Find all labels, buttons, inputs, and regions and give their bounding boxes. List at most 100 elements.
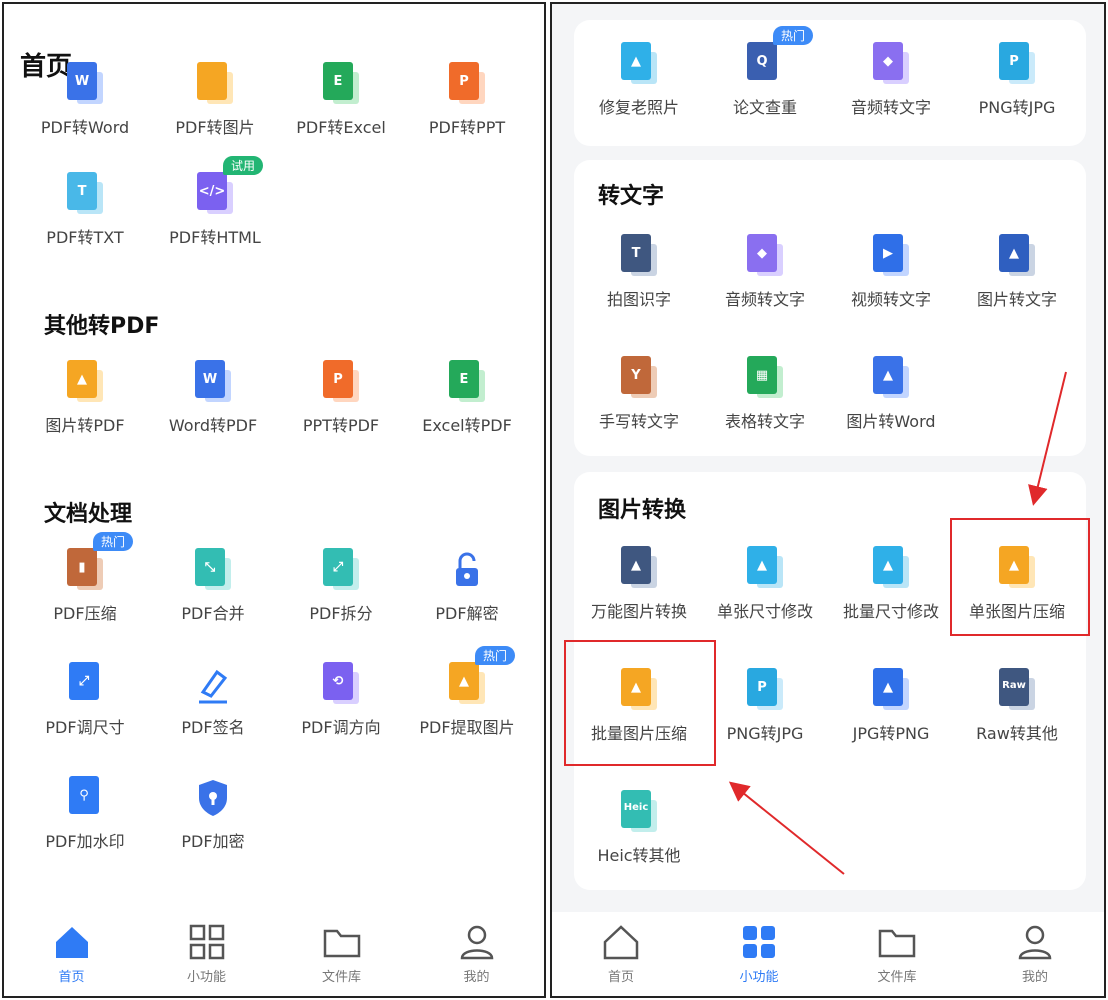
- shield-icon: [193, 776, 233, 820]
- tool-png-to-jpg-top[interactable]: P PNG转JPG: [952, 42, 1082, 142]
- tool-pdf-watermark[interactable]: ⚲ PDF加水印: [20, 776, 150, 876]
- tool-audio-to-text[interactable]: ◆ 音频转文字: [700, 234, 830, 334]
- highlight-batch-compress: [564, 640, 716, 766]
- tool-audio-to-text-top[interactable]: ◆ 音频转文字: [826, 42, 956, 142]
- tool-handwriting-to-text[interactable]: Y 手写转文字: [574, 356, 704, 456]
- audio-icon: ◆: [745, 234, 785, 278]
- tool-pdf-to-html[interactable]: </> 试用 PDF转HTML: [150, 156, 280, 272]
- tab-tools[interactable]: 小功能: [139, 912, 274, 996]
- section-title-image-conversion: 图片转换: [598, 498, 687, 523]
- tab-bar: 首页 小功能 文件库 我的: [4, 912, 544, 996]
- audio-icon: ◆: [871, 42, 911, 86]
- tool-jpg-to-png[interactable]: ▲ JPG转PNG: [826, 668, 956, 768]
- user-icon: [460, 925, 493, 960]
- html-doc-icon: </> 试用: [195, 156, 264, 216]
- tool-raw-convert[interactable]: Raw Raw转其他: [952, 668, 1082, 768]
- tab-tools[interactable]: 小功能: [690, 912, 828, 996]
- split-icon: ⤢: [321, 548, 361, 592]
- tool-word-to-pdf[interactable]: W Word转PDF: [148, 360, 278, 460]
- jpg-icon: ▲: [871, 668, 911, 712]
- tool-excel-to-pdf[interactable]: E Excel转PDF: [402, 360, 532, 460]
- grid-icon: [743, 926, 775, 958]
- card-to-text: 转文字 T 拍图识字 ◆ 音频转文字 ▶ 视频转文字 ▲ 图片转文字 Y 手写转…: [574, 160, 1086, 456]
- tab-files[interactable]: 文件库: [274, 912, 409, 996]
- tool-image-to-text[interactable]: ▲ 图片转文字: [952, 234, 1082, 334]
- ppt-doc-icon: P: [321, 360, 361, 404]
- image-word-icon: ▲: [871, 356, 911, 400]
- stamp-icon: ⚲: [65, 776, 105, 820]
- tool-pdf-to-ppt[interactable]: P PDF转PPT: [402, 62, 532, 186]
- folder-icon: [323, 929, 360, 958]
- table-icon: ▦: [745, 356, 785, 400]
- excel-doc-icon: E: [447, 360, 487, 404]
- tool-batch-resize[interactable]: ▲ 批量尺寸修改: [826, 546, 956, 646]
- tool-pdf-sign[interactable]: PDF签名: [148, 662, 278, 762]
- tab-home[interactable]: 首页: [4, 912, 139, 996]
- txt-doc-icon: T: [65, 172, 105, 216]
- hot-badge: 热门: [475, 646, 516, 665]
- handwriting-icon: Y: [619, 356, 659, 400]
- tool-plagiarism-check[interactable]: Q 热门 论文查重: [700, 26, 830, 142]
- grid-icon: [189, 924, 224, 960]
- png-icon: P: [997, 42, 1037, 86]
- tab-me[interactable]: 我的: [966, 912, 1104, 996]
- tool-pdf-to-excel[interactable]: E PDF转Excel: [276, 62, 406, 186]
- tool-heic-convert[interactable]: Heic Heic转其他: [574, 790, 704, 890]
- user-icon: [1018, 925, 1052, 960]
- tool-photo-ocr[interactable]: T 拍图识字: [574, 234, 704, 334]
- word-doc-icon: W: [65, 62, 105, 106]
- photo-restore-icon: ▲: [619, 42, 659, 86]
- tool-universal-image-convert[interactable]: ▲ 万能图片转换: [574, 546, 704, 646]
- tool-image-to-pdf[interactable]: ▲ 图片转PDF: [20, 360, 150, 460]
- image-convert-icon: ▲: [619, 546, 659, 590]
- tool-pdf-resize[interactable]: ⤢ PDF调尺寸: [20, 662, 150, 762]
- home-icon: [55, 927, 88, 958]
- tool-pdf-encrypt[interactable]: PDF加密: [148, 776, 278, 876]
- tool-pdf-decrypt[interactable]: PDF解密: [402, 548, 532, 648]
- paper-check-icon: Q 热门: [745, 26, 814, 86]
- folder-icon: [878, 929, 916, 958]
- tool-pdf-extract-image[interactable]: ▲ 热门 PDF提取图片: [402, 646, 532, 762]
- image-resize-icon: ▲: [745, 546, 785, 590]
- tool-single-resize[interactable]: ▲ 单张尺寸修改: [700, 546, 830, 646]
- hot-badge: 热门: [773, 26, 814, 45]
- tool-video-to-text[interactable]: ▶ 视频转文字: [826, 234, 956, 334]
- tool-pdf-rotate[interactable]: ⟲ PDF调方向: [276, 662, 406, 762]
- excel-doc-icon: E: [321, 62, 361, 106]
- tool-table-to-text[interactable]: ▦ 表格转文字: [700, 356, 830, 456]
- section-title-doc-processing: 文档处理: [44, 502, 133, 527]
- tool-png-to-jpg[interactable]: P PNG转JPG: [700, 668, 830, 768]
- image-doc-icon: ▲: [65, 360, 105, 404]
- tool-pdf-compress[interactable]: ▮ 热门 PDF压缩: [20, 532, 150, 648]
- merge-icon: ⤡: [193, 548, 233, 592]
- tool-pdf-merge[interactable]: ⤡ PDF合并: [148, 548, 278, 648]
- zip-icon: ▮ 热门: [65, 532, 134, 592]
- section-title-to-text: 转文字: [598, 184, 665, 209]
- tool-pdf-to-word[interactable]: W PDF转Word: [20, 62, 150, 186]
- hot-badge: 热门: [93, 532, 134, 551]
- raw-icon: Raw: [997, 668, 1037, 712]
- card-top-tools: ▲ 修复老照片 Q 热门 论文查重 ◆ 音频转文字 P PNG转JPG: [574, 20, 1086, 146]
- tab-files[interactable]: 文件库: [828, 912, 966, 996]
- right-phone-screen: ▲ 修复老照片 Q 热门 论文查重 ◆ 音频转文字 P PNG转JPG 转文字: [550, 2, 1106, 998]
- highlight-single-compress: [950, 518, 1090, 636]
- camera-text-icon: T: [619, 234, 659, 278]
- tool-pdf-split[interactable]: ⤢ PDF拆分: [276, 548, 406, 648]
- png-icon: P: [745, 668, 785, 712]
- heic-icon: Heic: [619, 790, 659, 834]
- pen-icon: [193, 662, 233, 706]
- tool-restore-photo[interactable]: ▲ 修复老照片: [574, 42, 704, 142]
- home-icon: [603, 925, 639, 960]
- word-doc-icon: W: [193, 360, 233, 404]
- image-resize-icon: ▲: [871, 546, 911, 590]
- section-title-other-to-pdf: 其他转PDF: [44, 314, 160, 339]
- tab-home[interactable]: 首页: [552, 912, 690, 996]
- tool-image-to-word[interactable]: ▲ 图片转Word: [826, 356, 956, 456]
- tab-me[interactable]: 我的: [409, 912, 544, 996]
- tab-bar: 首页 小功能 文件库 我的: [552, 912, 1104, 996]
- tool-pdf-to-txt[interactable]: T PDF转TXT: [20, 172, 150, 272]
- extract-image-icon: ▲ 热门: [447, 646, 516, 706]
- video-icon: ▶: [871, 234, 911, 278]
- rotate-doc-icon: ⟲: [321, 662, 361, 706]
- tool-ppt-to-pdf[interactable]: P PPT转PDF: [276, 360, 406, 460]
